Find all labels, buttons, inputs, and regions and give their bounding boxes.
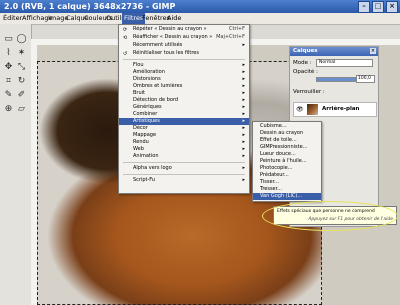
layers-panel-title: Calques [293, 48, 318, 54]
menu-item-web[interactable]: Web ▸ [119, 146, 249, 153]
submenu-item-apply-canvas[interactable]: Effet de toile... [253, 137, 321, 144]
menu-separator [123, 59, 245, 60]
rect-select-icon[interactable]: ▭ [3, 34, 14, 45]
menu-item-blur[interactable]: Flou ▸ [119, 62, 249, 69]
lock-label: Verrouiller : [293, 89, 325, 95]
filters-menu: ⟳ Répéter « Dessin au crayon » Ctrl+F ⟲ … [118, 24, 250, 194]
window-title-bar: 2.0 (RVB, 1 calque) 3648x2736 - GIMP – □… [0, 0, 400, 13]
mode-select[interactable]: Normal [316, 59, 373, 67]
menu-item-decor[interactable]: Décor ▸ [119, 125, 249, 132]
submenu-item-pencil-drawing[interactable]: Dessin au crayon [253, 130, 321, 137]
fuzzy-select-icon[interactable]: ✶ [16, 48, 27, 59]
repeat-icon: ⟳ [123, 27, 128, 33]
layer-row[interactable]: 👁 Arrière-plan [293, 102, 377, 117]
menu-item-edge-detect[interactable]: Détection de bord ▸ [119, 97, 249, 104]
close-icon[interactable]: × [386, 1, 398, 13]
opacity-value: 100,0 [358, 75, 371, 81]
submenu-item-oilify[interactable]: Peinture à l'huile... [253, 158, 321, 165]
submenu-item-clothify[interactable]: Tresser... [253, 186, 321, 193]
toolbox: ▭ ◯ ⌇ ✶ ✥ ⤡ ⌗ ↻ ✎ ✐ ⊕ ▱ [0, 24, 32, 305]
minimize-icon[interactable]: – [358, 1, 370, 13]
layers-panel-header: Calques × [290, 47, 378, 56]
opacity-label: Opacité : [293, 69, 318, 75]
menu-item-light-shadow[interactable]: Ombres et lumières ▸ [119, 83, 249, 90]
submenu-item-weave[interactable]: Tisser... [253, 179, 321, 186]
menu-item-enhance[interactable]: Amélioration ▸ [119, 69, 249, 76]
maximize-icon[interactable]: □ [372, 1, 384, 13]
scale-icon[interactable]: ⤡ [16, 62, 27, 73]
free-select-icon[interactable]: ⌇ [3, 48, 14, 59]
eraser-icon[interactable]: ▱ [16, 104, 27, 115]
menu-item-map[interactable]: Mappage ▸ [119, 132, 249, 139]
menu-item-reset[interactable]: ↺ Réinitialiser tous les filtres [119, 50, 249, 57]
menu-help[interactable]: Aide [167, 14, 181, 23]
menu-item-recent[interactable]: Récemment utilisés ▸ [119, 42, 249, 49]
layer-thumbnail [307, 104, 318, 115]
submenu-item-cubism[interactable]: Cubisme... [253, 123, 321, 130]
menu-item-animation[interactable]: Animation ▸ [119, 153, 249, 160]
opacity-slider[interactable] [316, 77, 356, 82]
move-icon[interactable]: ✥ [3, 62, 14, 73]
menu-item-alpha-to-logo[interactable]: Alpha vers logo ▸ [119, 165, 249, 172]
clone-icon[interactable]: ⊕ [3, 104, 14, 115]
menu-separator [123, 162, 245, 163]
rotate-icon[interactable]: ↻ [16, 76, 27, 87]
submenu-item-predator[interactable]: Prédateur... [253, 172, 321, 179]
panel-close-icon[interactable]: × [370, 48, 376, 54]
crop-icon[interactable]: ⌗ [3, 76, 14, 87]
annotation-ellipse [262, 201, 398, 231]
ellipse-select-icon[interactable]: ◯ [16, 34, 27, 45]
opacity-field[interactable]: 100,0 [356, 75, 375, 83]
reshow-icon: ⟲ [123, 35, 128, 41]
menu-item-script-fu[interactable]: Script-Fu ▸ [119, 177, 249, 184]
submenu-item-gimpressionist[interactable]: GIMPressionniste... [253, 144, 321, 151]
layer-name: Arrière-plan [322, 106, 360, 112]
mode-label: Mode : [293, 60, 312, 66]
menu-item-reshow[interactable]: ⟲ Réafficher « Dessin au crayon » Maj+Ct… [119, 34, 249, 41]
submenu-item-van-gogh[interactable]: Van Gogh (LIC)... [253, 193, 321, 200]
window-controls: – □ × [358, 1, 398, 13]
menu-separator [123, 174, 245, 175]
menu-item-generic[interactable]: Génériques ▸ [119, 104, 249, 111]
brush-icon[interactable]: ✐ [16, 90, 27, 101]
eye-icon[interactable]: 👁 [296, 106, 304, 113]
menu-item-artistic[interactable]: Artistiques ▸ [119, 118, 249, 125]
menu-windows[interactable]: Fenêtres [142, 14, 170, 23]
submenu-item-photocopy[interactable]: Photocopie... [253, 165, 321, 172]
menu-item-distorts[interactable]: Distorsions ▸ [119, 76, 249, 83]
submenu-item-soft-glow[interactable]: Lueur douce... [253, 151, 321, 158]
submenu-arrow-icon: ▸ [242, 42, 245, 48]
reset-icon: ↺ [123, 51, 128, 57]
artistic-submenu: Cubisme... Dessin au crayon Effet de toi… [252, 121, 322, 202]
window-title: 2.0 (RVB, 1 calque) 3648x2736 - GIMP [4, 2, 176, 11]
menu-item-combine[interactable]: Combiner ▸ [119, 111, 249, 118]
menu-item-render[interactable]: Rendu ▸ [119, 139, 249, 146]
menu-item-noise[interactable]: Bruit ▸ [119, 90, 249, 97]
menu-edit[interactable]: Éditer [3, 14, 22, 23]
pencil-icon[interactable]: ✎ [3, 90, 14, 101]
mode-value: Normal [319, 59, 336, 65]
menu-item-repeat[interactable]: ⟳ Répéter « Dessin au crayon » Ctrl+F [119, 26, 249, 33]
